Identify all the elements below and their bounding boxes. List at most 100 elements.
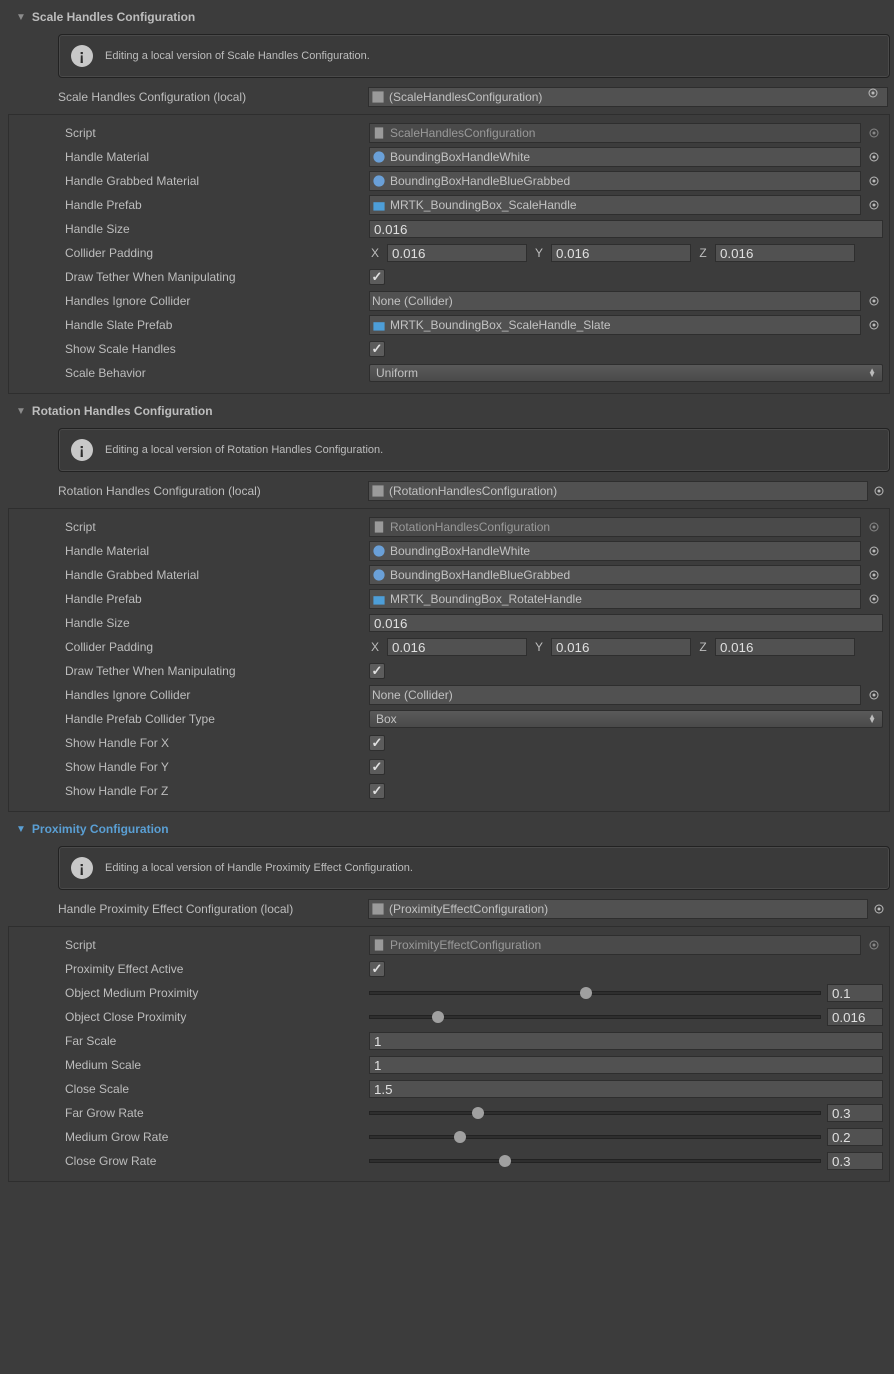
proximity-active-checkbox[interactable] [369,961,385,977]
scale-conf-label: Scale Handles Configuration (local) [58,90,366,104]
close-grow-input[interactable] [827,1152,883,1170]
scale-conf-field[interactable]: (ScaleHandlesConfiguration) [368,87,888,107]
medium-grow-input[interactable] [827,1128,883,1146]
proximity-info-box: Editing a local version of Handle Proxim… [58,846,890,890]
scale-conf-row: Scale Handles Configuration (local) (Sca… [0,84,894,110]
medium-proximity-slider[interactable] [369,991,821,995]
handle-material-field[interactable]: BoundingBoxHandleWhite [369,541,861,561]
rotation-conf-field[interactable]: (RotationHandlesConfiguration) [368,481,868,501]
object-picker-icon[interactable] [870,481,888,501]
axis-y-label: Y [533,640,545,654]
object-picker-icon[interactable] [865,517,883,537]
pad-z-input[interactable] [715,638,855,656]
asset-icon [371,484,385,498]
slate-prefab-label: Handle Slate Prefab [65,318,369,332]
show-scale-handles-checkbox[interactable] [369,341,385,357]
close-grow-slider[interactable] [369,1159,821,1163]
pad-x-input[interactable] [387,244,527,262]
medium-proximity-input[interactable] [827,984,883,1002]
scale-info-box: Editing a local version of Scale Handles… [58,34,890,78]
medium-grow-slider[interactable] [369,1135,821,1139]
far-grow-input[interactable] [827,1104,883,1122]
object-picker-icon[interactable] [865,171,883,191]
slate-prefab-field[interactable]: MRTK_BoundingBox_ScaleHandle_Slate [369,315,861,335]
scale-properties-group: Script ScaleHandlesConfiguration Handle … [8,114,890,394]
object-picker-icon[interactable] [865,195,883,215]
object-picker-icon[interactable] [865,123,883,143]
material-icon [372,568,386,582]
object-picker-icon[interactable] [870,899,888,919]
medium-scale-label: Medium Scale [65,1058,369,1072]
proximity-section-header[interactable]: ▼ Proximity Configuration [0,816,894,840]
collider-type-select[interactable]: Box ▲▼ [369,710,883,728]
scale-info-text: Editing a local version of Scale Handles… [105,50,370,62]
object-picker-icon[interactable] [865,935,883,955]
proximity-properties-group: Script ProximityEffectConfiguration Prox… [8,926,890,1182]
prefab-icon [372,592,386,606]
script-label: Script [65,938,369,952]
close-proximity-label: Object Close Proximity [65,1010,369,1024]
select-arrows-icon: ▲▼ [868,369,876,377]
script-icon [372,938,386,952]
show-x-checkbox[interactable] [369,735,385,751]
far-grow-label: Far Grow Rate [65,1106,369,1120]
ignore-collider-field[interactable]: None (Collider) [369,291,861,311]
draw-tether-label: Draw Tether When Manipulating [65,270,369,284]
axis-z-label: Z [697,640,709,654]
object-picker-icon[interactable] [865,315,883,335]
close-proximity-input[interactable] [827,1008,883,1026]
draw-tether-checkbox[interactable] [369,663,385,679]
object-picker-icon[interactable] [867,87,885,107]
object-picker-icon[interactable] [865,291,883,311]
close-proximity-slider[interactable] [369,1015,821,1019]
script-icon [372,126,386,140]
object-picker-icon[interactable] [865,589,883,609]
script-label: Script [65,126,369,140]
medium-grow-label: Medium Grow Rate [65,1130,369,1144]
medium-scale-input[interactable] [369,1056,883,1074]
script-field: RotationHandlesConfiguration [369,517,861,537]
handle-size-input[interactable] [369,614,883,632]
select-arrows-icon: ▲▼ [868,715,876,723]
prefab-icon [372,318,386,332]
object-picker-icon[interactable] [865,565,883,585]
object-picker-icon[interactable] [865,147,883,167]
handle-material-label: Handle Material [65,150,369,164]
handle-size-input[interactable] [369,220,883,238]
handle-grabbed-material-field[interactable]: BoundingBoxHandleBlueGrabbed [369,171,861,191]
object-picker-icon[interactable] [865,685,883,705]
far-scale-input[interactable] [369,1032,883,1050]
material-icon [372,544,386,558]
handle-prefab-field[interactable]: MRTK_BoundingBox_RotateHandle [369,589,861,609]
handle-prefab-label: Handle Prefab [65,198,369,212]
ignore-collider-label: Handles Ignore Collider [65,294,369,308]
far-grow-slider[interactable] [369,1111,821,1115]
show-y-label: Show Handle For Y [65,760,369,774]
handle-prefab-field[interactable]: MRTK_BoundingBox_ScaleHandle [369,195,861,215]
ignore-collider-field[interactable]: None (Collider) [369,685,861,705]
draw-tether-checkbox[interactable] [369,269,385,285]
pad-y-input[interactable] [551,638,691,656]
close-scale-input[interactable] [369,1080,883,1098]
pad-z-input[interactable] [715,244,855,262]
pad-x-input[interactable] [387,638,527,656]
show-z-checkbox[interactable] [369,783,385,799]
show-z-label: Show Handle For Z [65,784,369,798]
collider-type-label: Handle Prefab Collider Type [65,712,369,726]
handle-material-field[interactable]: BoundingBoxHandleWhite [369,147,861,167]
scale-behavior-select[interactable]: Uniform ▲▼ [369,364,883,382]
script-field: ScaleHandlesConfiguration [369,123,861,143]
proximity-conf-field[interactable]: (ProximityEffectConfiguration) [368,899,868,919]
foldout-arrow-icon: ▼ [16,406,26,417]
scale-section-header[interactable]: ▼ Scale Handles Configuration [0,4,894,28]
rotation-section-header[interactable]: ▼ Rotation Handles Configuration [0,398,894,422]
handle-size-label: Handle Size [65,222,369,236]
handle-grabbed-material-field[interactable]: BoundingBoxHandleBlueGrabbed [369,565,861,585]
foldout-arrow-icon: ▼ [16,824,26,835]
pad-y-input[interactable] [551,244,691,262]
show-y-checkbox[interactable] [369,759,385,775]
draw-tether-label: Draw Tether When Manipulating [65,664,369,678]
object-picker-icon[interactable] [865,541,883,561]
handle-material-label: Handle Material [65,544,369,558]
handle-grabbed-material-label: Handle Grabbed Material [65,568,369,582]
